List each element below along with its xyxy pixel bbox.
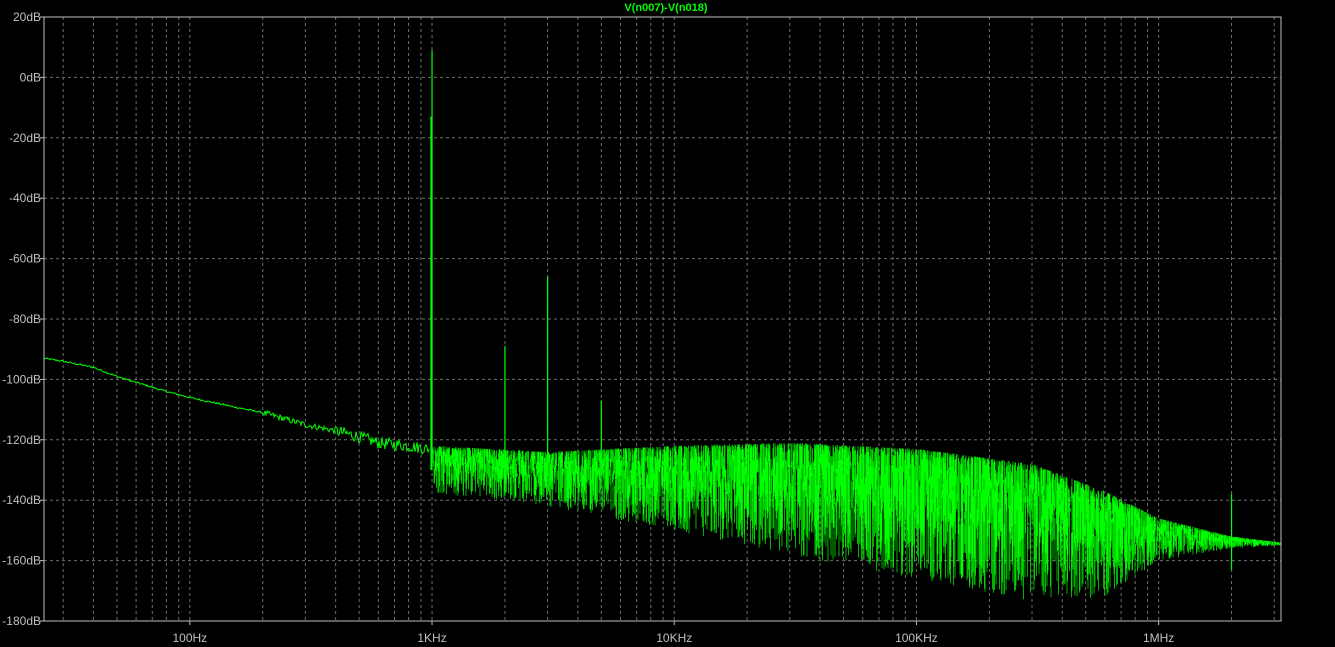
x-tick-label: 100KHz	[895, 631, 938, 645]
y-tick-label: -140dB	[2, 493, 41, 507]
x-tick-label: 1MHz	[1143, 631, 1174, 645]
y-tick-label: -80dB	[9, 312, 41, 326]
y-tick-label: 20dB	[13, 10, 41, 24]
y-tick-label: -20dB	[9, 131, 41, 145]
x-tick-label: 1KHz	[417, 631, 446, 645]
y-tick-label: 0dB	[20, 70, 41, 84]
y-tick-label: -40dB	[9, 191, 41, 205]
x-tick-label: 100Hz	[172, 631, 207, 645]
spectrum-plot[interactable]: 20dB 0dB -20dB -40dB -60dB -80dB -100dB -120dB -…	[0, 0, 1335, 647]
x-tick-label: 10KHz	[656, 631, 692, 645]
y-tick-label: -180dB	[2, 614, 41, 628]
y-tick-label: -120dB	[2, 433, 41, 447]
y-tick-label: -60dB	[9, 252, 41, 266]
y-tick-label: -100dB	[2, 372, 41, 386]
y-tick-label: -160dB	[2, 554, 41, 568]
chart-title: V(n007)-V(n018)	[624, 2, 707, 14]
